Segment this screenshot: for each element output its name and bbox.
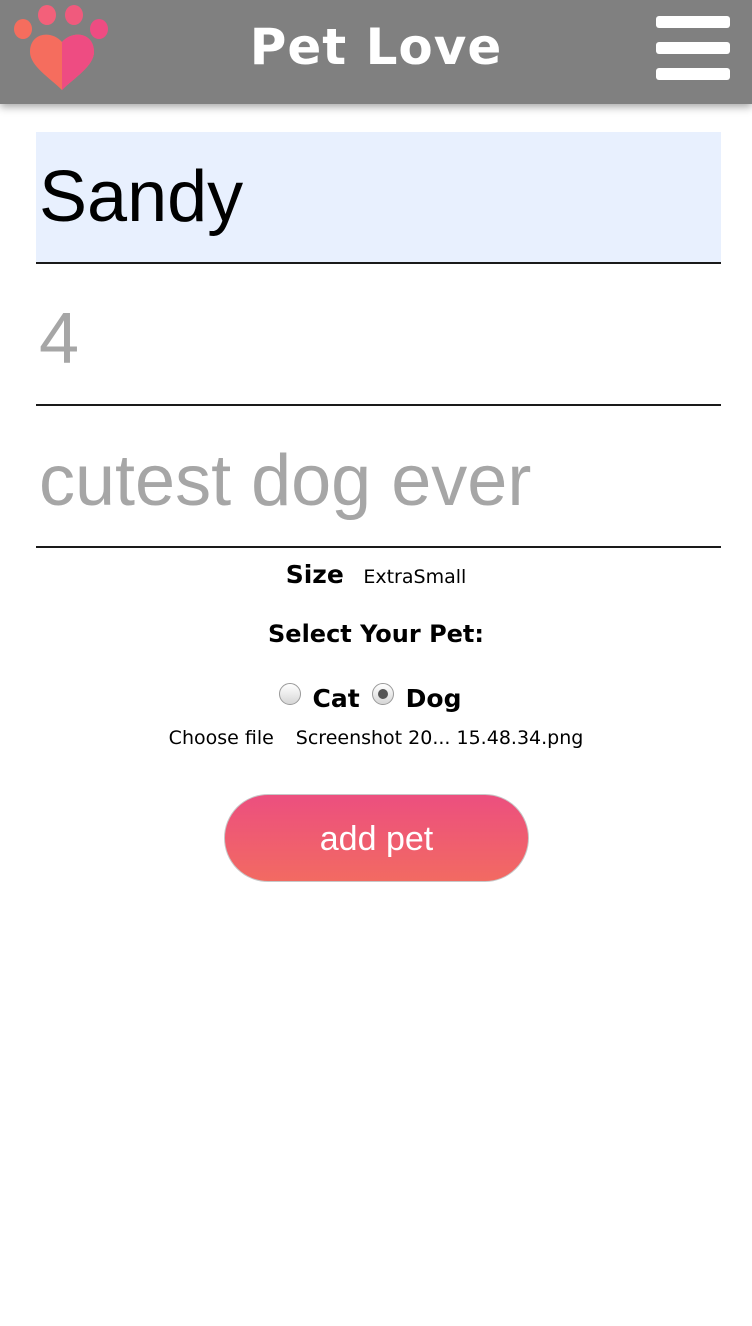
app-title: Pet Love bbox=[249, 18, 503, 76]
pet-type-radio-group: Cat Dog bbox=[0, 683, 752, 713]
cat-radio-label[interactable]: Cat bbox=[313, 684, 360, 713]
cat-radio[interactable] bbox=[278, 683, 301, 705]
choose-file-button[interactable]: Choose file bbox=[169, 727, 274, 749]
size-label: Size bbox=[285, 560, 344, 589]
dog-radio[interactable] bbox=[371, 683, 394, 705]
size-select[interactable]: ExtraSmall bbox=[363, 566, 466, 588]
pet-age-input[interactable] bbox=[36, 274, 721, 406]
file-name-label: Screenshot 20... 15.48.34.png bbox=[295, 727, 584, 749]
menu-bar bbox=[656, 68, 730, 80]
file-upload-row: Choose file Screenshot 20... 15.48.34.png bbox=[0, 727, 752, 749]
pet-name-input[interactable] bbox=[36, 132, 721, 264]
menu-bar bbox=[656, 42, 730, 54]
pet-description-input[interactable] bbox=[36, 416, 721, 548]
hamburger-menu-icon[interactable] bbox=[654, 14, 732, 84]
dog-radio-label[interactable]: Dog bbox=[406, 684, 462, 713]
select-pet-label: Select Your Pet: bbox=[268, 620, 484, 648]
menu-bar bbox=[656, 16, 730, 28]
size-select-row: Size ExtraSmall bbox=[0, 560, 752, 589]
add-pet-button[interactable]: add pet bbox=[224, 794, 529, 882]
app-header: Pet Love bbox=[0, 0, 752, 104]
